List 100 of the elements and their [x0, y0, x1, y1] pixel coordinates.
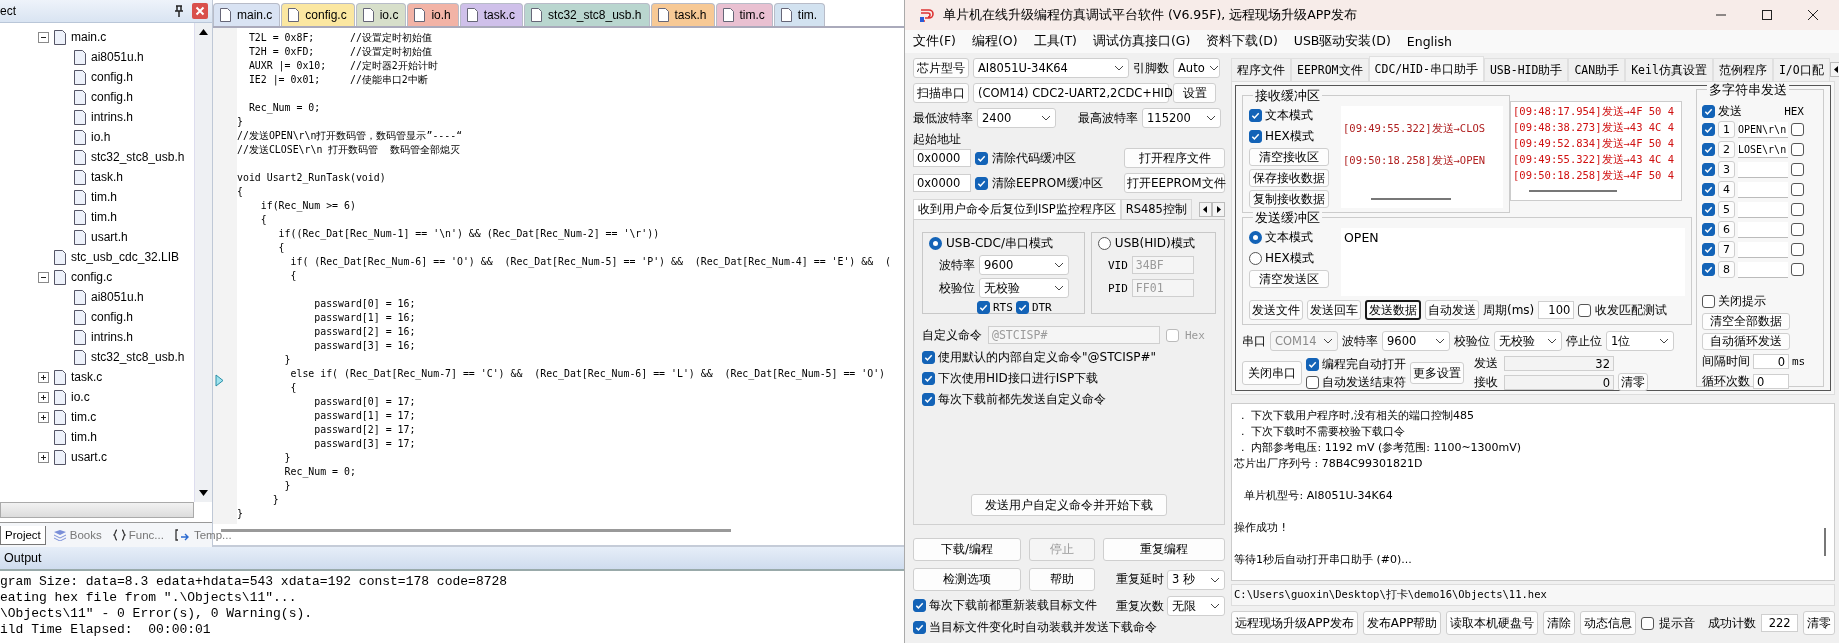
action-button[interactable]: 帮助 — [1029, 568, 1095, 591]
checkbox[interactable] — [913, 620, 926, 634]
file-tab[interactable]: task.h — [650, 3, 715, 26]
radio-button[interactable] — [1249, 251, 1262, 265]
send-command-button[interactable]: 发送用户自定义命令并开始下载 — [971, 494, 1167, 516]
tree-item[interactable]: intrins.h — [91, 330, 134, 344]
expander-icon[interactable] — [38, 451, 49, 463]
checkbox[interactable] — [1702, 123, 1715, 136]
checkbox[interactable] — [1791, 183, 1804, 196]
tree-item[interactable]: tim.h — [91, 210, 117, 224]
tree-item[interactable]: config.h — [91, 70, 134, 84]
tree-item[interactable]: task.c — [71, 370, 103, 384]
menu-item[interactable]: 调试仿真接口(G) — [1092, 33, 1191, 50]
send-string-button[interactable]: 7 — [1718, 241, 1735, 258]
checkbox[interactable] — [1791, 263, 1804, 276]
checkbox[interactable] — [1578, 303, 1592, 317]
menu-item[interactable]: 编程(O) — [971, 33, 1018, 50]
period-field[interactable]: 100 — [1538, 301, 1575, 319]
checkbox[interactable] — [1702, 203, 1715, 216]
checkbox[interactable] — [1791, 223, 1804, 236]
arrow-left-icon[interactable] — [1199, 201, 1212, 217]
send-button[interactable]: 发送数据 — [1365, 300, 1421, 320]
panel-tab[interactable]: Func... — [108, 526, 168, 544]
serial-setting-dropdown[interactable]: 1位 — [1606, 331, 1674, 351]
expander-icon[interactable] — [38, 411, 49, 423]
maximize-icon[interactable] — [1761, 9, 1773, 21]
open-file-button[interactable]: 打开EEPROM文件 — [1124, 173, 1225, 193]
checkbox[interactable] — [1702, 295, 1715, 308]
scrollbar[interactable] — [221, 529, 731, 532]
tree-item[interactable]: ai8051u.h — [91, 50, 144, 64]
panel-tab[interactable]: Project — [0, 525, 46, 545]
close-port-button[interactable]: 关闭串口 — [1242, 361, 1302, 385]
string-field[interactable] — [1738, 261, 1788, 278]
radio-button[interactable] — [1249, 230, 1262, 244]
panel-tab[interactable]: Temp... — [170, 526, 236, 544]
address-field[interactable]: 0x0000 — [913, 149, 971, 167]
receive-text-area[interactable]: [09:49:55.322]发送→CLOS [09:50:18.258]发送→OPEN — [1341, 106, 1503, 208]
send-button[interactable]: 发送回车 — [1307, 300, 1361, 320]
string-field[interactable] — [1738, 181, 1788, 198]
pin-icon[interactable] — [174, 5, 184, 17]
footer-button[interactable]: 远程现场升级APP发布 — [1231, 611, 1358, 635]
footer-button[interactable]: 清除 — [1543, 611, 1576, 635]
send-string-button[interactable]: 1 — [1718, 121, 1735, 138]
radio-button[interactable] — [1097, 237, 1111, 250]
repeat-dropdown[interactable]: 无限 — [1167, 596, 1225, 616]
checkbox[interactable] — [922, 392, 935, 406]
send-string-button[interactable]: 3 — [1718, 161, 1735, 178]
tree-item[interactable]: intrins.h — [91, 110, 134, 124]
panel-tab[interactable]: Books — [48, 526, 106, 544]
multi-send-button[interactable]: 自动循环发送 — [1702, 333, 1790, 350]
tree-item[interactable]: config.h — [91, 310, 134, 324]
checkbox[interactable] — [1791, 123, 1804, 136]
tree-item[interactable]: stc32_stc8_usb.h — [91, 150, 185, 164]
repeat-dropdown[interactable]: 3 秒 — [1167, 569, 1225, 590]
tree-item[interactable]: config.h — [91, 90, 134, 104]
checkbox[interactable] — [1702, 163, 1715, 176]
expander-icon[interactable] — [38, 371, 49, 383]
action-button[interactable]: 重复编程 — [1103, 538, 1225, 561]
expander-icon[interactable] — [38, 271, 49, 283]
checkbox[interactable] — [913, 598, 926, 612]
radio-button[interactable] — [929, 237, 942, 250]
checkbox[interactable] — [1791, 243, 1804, 256]
send-string-button[interactable]: 4 — [1718, 181, 1735, 198]
expander-icon[interactable] — [38, 31, 49, 43]
footer-button[interactable]: 读取本机硬盘号 — [1446, 611, 1539, 635]
send-string-button[interactable]: 2 — [1718, 141, 1735, 158]
tree-item[interactable]: tim.h — [71, 430, 97, 444]
string-field[interactable]: LOSE\r\n — [1738, 141, 1788, 158]
string-field[interactable]: OPEN\r\n — [1738, 121, 1788, 138]
reset-counter-button[interactable]: 清零 — [1618, 373, 1648, 391]
parity-dropdown[interactable]: 无校验 — [979, 278, 1069, 298]
tree-item[interactable]: usart.h — [91, 230, 128, 244]
menu-item[interactable]: 资料下载(D) — [1206, 33, 1278, 50]
checkbox[interactable] — [1702, 143, 1715, 156]
max-baud-dropdown[interactable]: 115200 — [1142, 108, 1221, 128]
checkbox[interactable] — [975, 176, 988, 190]
string-field[interactable] — [1738, 201, 1788, 218]
menu-item[interactable]: English — [1406, 34, 1452, 49]
receive-button[interactable]: 保存接收数据 — [1249, 169, 1329, 187]
serial-setting-dropdown[interactable]: 无校验 — [1494, 331, 1562, 351]
footer-button[interactable]: 发布APP帮助 — [1362, 611, 1442, 635]
expander-icon[interactable] — [38, 391, 49, 403]
tree-item[interactable]: stc32_stc8_usb.h — [91, 350, 185, 364]
arrow-up-icon[interactable] — [199, 29, 208, 35]
checkbox[interactable] — [1015, 301, 1029, 314]
close-icon[interactable] — [1807, 9, 1819, 21]
arrow-left-icon[interactable] — [1829, 61, 1839, 77]
tree-item[interactable]: main.c — [71, 30, 107, 44]
scrollbar[interactable] — [0, 502, 194, 518]
tree-item[interactable]: tim.c — [71, 410, 97, 424]
tree-item[interactable]: ai8051u.h — [91, 290, 144, 304]
footer-button[interactable]: 动态信息 — [1580, 611, 1637, 635]
checkbox[interactable] — [1249, 129, 1262, 143]
reset-count-button[interactable]: 清零 — [1803, 611, 1835, 635]
receive-button[interactable]: 清空接收区 — [1249, 148, 1329, 166]
tree-item[interactable]: task.h — [91, 170, 123, 184]
checkbox[interactable] — [1702, 183, 1715, 196]
serial-setting-dropdown[interactable]: 9600 — [1382, 331, 1450, 351]
tree-item[interactable]: io.h — [91, 130, 111, 144]
baud-dropdown[interactable]: 9600 — [979, 255, 1069, 275]
